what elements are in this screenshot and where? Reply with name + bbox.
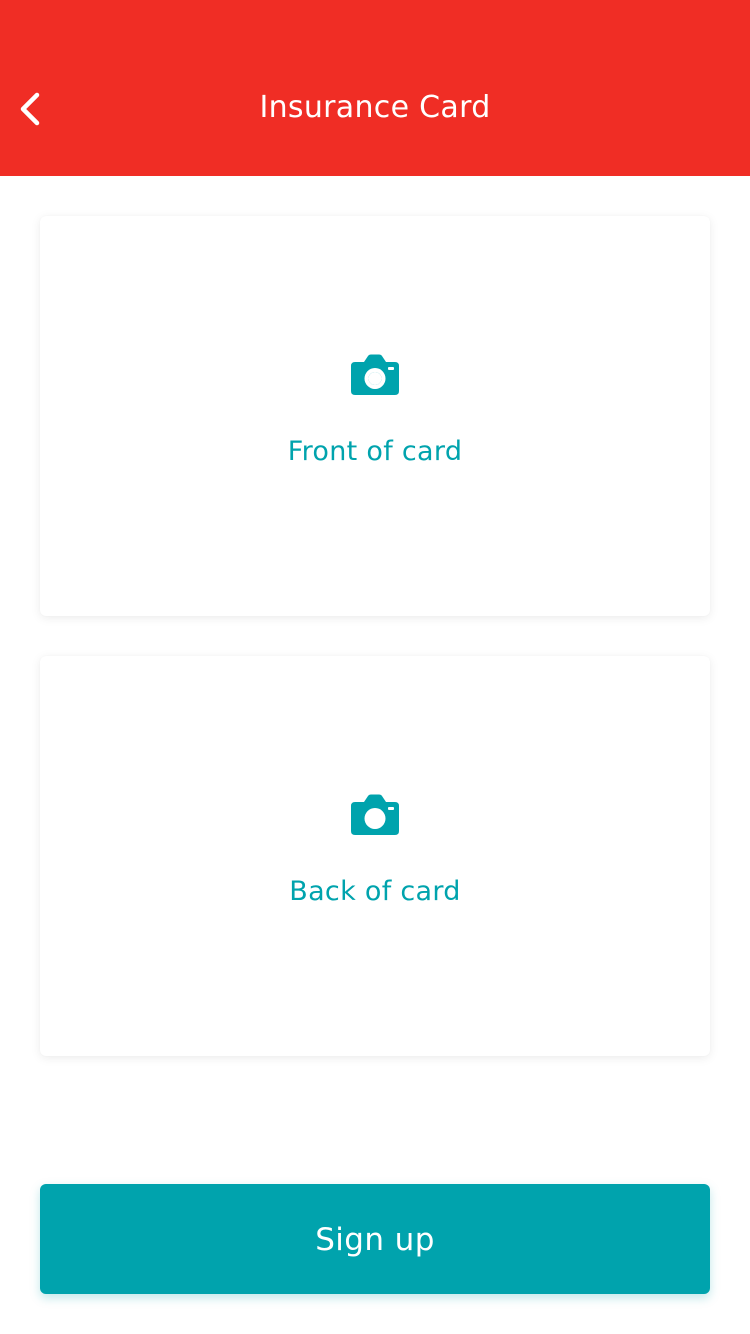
front-of-card-label: Front of card [287, 436, 463, 467]
front-of-card-upload[interactable]: Front of card [40, 216, 710, 616]
sign-up-label: Sign up [315, 1222, 435, 1258]
camera-icon [351, 354, 399, 395]
camera-icon [351, 794, 399, 835]
app-header: Insurance Card [0, 0, 750, 176]
back-of-card-label: Back of card [289, 876, 461, 907]
page-title: Insurance Card [259, 90, 491, 125]
sign-up-button[interactable]: Sign up [40, 1184, 710, 1294]
back-of-card-upload[interactable]: Back of card [40, 656, 710, 1056]
